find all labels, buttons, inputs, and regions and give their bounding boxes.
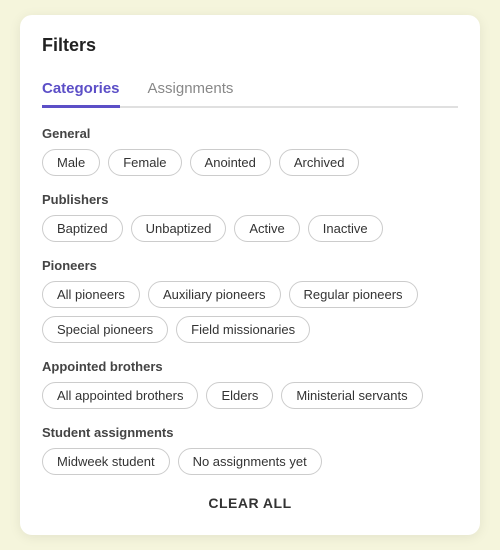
section-general: General Male Female Anointed Archived xyxy=(42,126,458,176)
chip-baptized[interactable]: Baptized xyxy=(42,215,123,242)
chip-inactive[interactable]: Inactive xyxy=(308,215,383,242)
chip-anointed[interactable]: Anointed xyxy=(190,149,271,176)
chip-auxiliary-pioneers[interactable]: Auxiliary pioneers xyxy=(148,281,281,308)
section-student-assignments: Student assignments Midweek student No ass… xyxy=(42,425,458,475)
section-pioneers: Pioneers All pioneers Auxiliary pioneers Re… xyxy=(42,258,458,343)
chip-archived[interactable]: Archived xyxy=(279,149,360,176)
section-label-pioneers: Pioneers xyxy=(42,258,458,273)
chip-all-pioneers[interactable]: All pioneers xyxy=(42,281,140,308)
clear-all-button[interactable]: CLEAR ALL xyxy=(42,495,458,511)
tab-categories[interactable]: Categories xyxy=(42,72,120,108)
section-label-general: General xyxy=(42,126,458,141)
chip-midweek-student[interactable]: Midweek student xyxy=(42,448,170,475)
chip-ministerial-servants[interactable]: Ministerial servants xyxy=(281,382,422,409)
sections-container: General Male Female Anointed Archived Publish… xyxy=(42,126,458,475)
section-label-appointed-brothers: Appointed brothers xyxy=(42,359,458,374)
tab-bar: Categories Assignments xyxy=(42,72,458,108)
chips-student-assignments: Midweek student No assignments yet xyxy=(42,448,458,475)
chip-female[interactable]: Female xyxy=(108,149,181,176)
chip-field-missionaries[interactable]: Field missionaries xyxy=(176,316,310,343)
chips-pioneers: All pioneers Auxiliary pioneers Regular pi… xyxy=(42,281,458,343)
chip-all-appointed-brothers[interactable]: All appointed brothers xyxy=(42,382,198,409)
chip-male[interactable]: Male xyxy=(42,149,100,176)
section-publishers: Publishers Baptized Unbaptized Active Inacti… xyxy=(42,192,458,242)
chips-publishers: Baptized Unbaptized Active Inactive xyxy=(42,215,458,242)
chip-no-assignments-yet[interactable]: No assignments yet xyxy=(178,448,322,475)
chip-regular-pioneers[interactable]: Regular pioneers xyxy=(289,281,418,308)
section-label-publishers: Publishers xyxy=(42,192,458,207)
chip-special-pioneers[interactable]: Special pioneers xyxy=(42,316,168,343)
chip-unbaptized[interactable]: Unbaptized xyxy=(131,215,227,242)
section-appointed-brothers: Appointed brothers All appointed brothers… xyxy=(42,359,458,409)
panel-title: Filters xyxy=(42,35,458,56)
chip-elders[interactable]: Elders xyxy=(206,382,273,409)
chips-appointed-brothers: All appointed brothers Elders Ministerial … xyxy=(42,382,458,409)
section-label-student-assignments: Student assignments xyxy=(42,425,458,440)
chip-active[interactable]: Active xyxy=(234,215,299,242)
chips-general: Male Female Anointed Archived xyxy=(42,149,458,176)
filters-panel: Filters Categories Assignments General Ma… xyxy=(20,15,480,535)
tab-assignments[interactable]: Assignments xyxy=(148,72,234,108)
